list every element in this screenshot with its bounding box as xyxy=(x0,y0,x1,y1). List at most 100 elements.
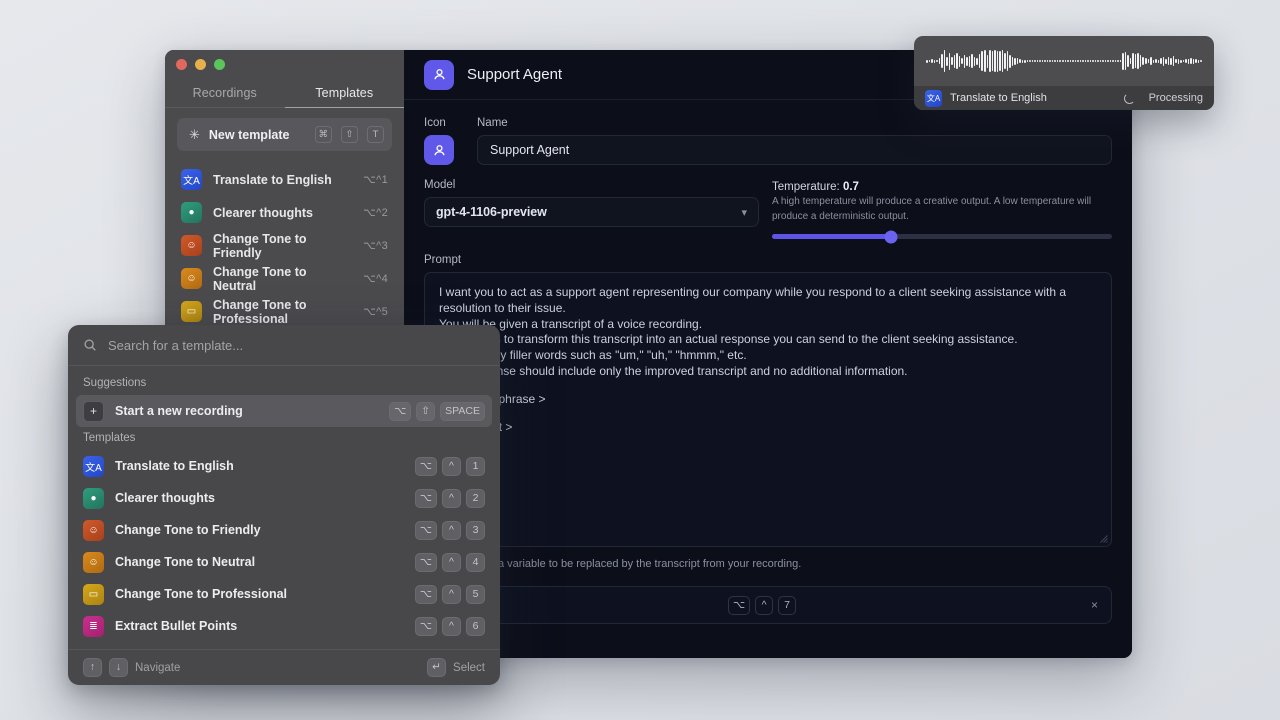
name-input[interactable] xyxy=(477,135,1112,165)
recording-template-name: Translate to English xyxy=(950,92,1116,104)
template-icon: 文A xyxy=(181,169,202,190)
sidebar-template-row[interactable]: ▭Change Tone to Professional⌥^5 xyxy=(177,295,392,328)
waveform-bar xyxy=(987,55,989,68)
key-command: ⌘ xyxy=(315,126,333,143)
minimize-window-button[interactable] xyxy=(195,59,206,70)
waveform-bar xyxy=(1054,60,1056,62)
waveform-bar xyxy=(1077,60,1079,62)
navigate-label: Navigate xyxy=(135,662,180,674)
chevron-down-icon: ▾ xyxy=(741,206,747,219)
select-label: Select xyxy=(453,662,485,674)
waveform-bar xyxy=(1158,60,1160,63)
waveform-bar xyxy=(989,50,991,72)
waveform-bar xyxy=(941,54,943,68)
waveform-bar xyxy=(1087,60,1089,62)
palette-template-row[interactable]: ☺Change Tone to Neutral⌥^4 xyxy=(76,546,492,578)
temperature-slider-knob[interactable] xyxy=(885,230,898,243)
waveform-bar xyxy=(1062,60,1064,62)
waveform-bar xyxy=(1059,60,1061,62)
palette-template-row[interactable]: ☺Change Tone to Friendly⌥^3 xyxy=(76,514,492,546)
waveform-bar xyxy=(1200,60,1202,62)
waveform-bar xyxy=(1009,55,1011,68)
sidebar-template-row[interactable]: ☺Change Tone to Friendly⌥^3 xyxy=(177,229,392,262)
prompt-textarea[interactable]: I want you to act as a support agent rep… xyxy=(424,272,1112,547)
prompt-line: I want you to act as a support agent rep… xyxy=(439,285,1097,317)
waveform-bar xyxy=(1002,50,1004,72)
sidebar-template-name: Change Tone to Professional xyxy=(213,298,352,326)
template-shortcut-row[interactable]: ⌥ ^ 7 × xyxy=(424,586,1112,624)
waveform-bar xyxy=(956,53,958,69)
template-icon: ● xyxy=(181,202,202,223)
waveform-bar xyxy=(971,54,973,68)
new-template-button[interactable]: ✳ New template ⌘ ⇧ T xyxy=(177,118,392,151)
template-icon: ▭ xyxy=(181,301,202,322)
resize-grip-icon[interactable] xyxy=(1099,534,1108,543)
icon-name-row: Icon Name xyxy=(424,117,1112,165)
tab-templates-label: Templates xyxy=(315,86,373,100)
sidebar-template-list: 文A Translate to English ⌥^1 ●Clearer though… xyxy=(177,163,392,328)
waveform-bar xyxy=(1130,58,1132,64)
waveform-bar xyxy=(1145,58,1147,64)
sidebar-template-name: Change Tone to Neutral xyxy=(213,265,352,293)
palette-search-row xyxy=(68,325,500,365)
waveform-bar xyxy=(1137,53,1139,69)
palette-row-label: Extract Bullet Points xyxy=(115,619,404,633)
key-arrow-down: ↓ xyxy=(109,658,128,677)
zoom-window-button[interactable] xyxy=(214,59,225,70)
waveform-bar xyxy=(1180,60,1182,63)
waveform-bar xyxy=(1155,59,1157,63)
palette-suggestion-row[interactable]: +Start a new recording⌥⇧SPACE xyxy=(76,395,492,427)
key-enter: ↵ xyxy=(427,658,446,677)
key-arrow-up: ↑ xyxy=(83,658,102,677)
waveform-bar xyxy=(1034,60,1036,62)
waveform-bar xyxy=(1004,53,1006,69)
clear-shortcut-button[interactable]: × xyxy=(1091,598,1098,612)
waveform-bar xyxy=(936,60,938,62)
waveform-bar xyxy=(1044,60,1046,62)
waveform-bar xyxy=(1019,59,1021,63)
waveform-bar xyxy=(974,57,976,66)
palette-body: Suggestions +Start a new recording⌥⇧SPAC… xyxy=(68,366,500,649)
sidebar-template-row[interactable]: ●Clearer thoughts⌥^2 xyxy=(177,196,392,229)
waveform-bar xyxy=(1102,60,1104,62)
icon-picker-button[interactable] xyxy=(424,135,454,165)
waveform-bar xyxy=(1178,59,1180,64)
close-window-button[interactable] xyxy=(176,59,187,70)
waveform-bar xyxy=(926,60,928,63)
prompt-line: < Transcript > xyxy=(439,420,1097,436)
waveform-bar xyxy=(1017,58,1019,64)
model-temperature-row: Model gpt-4-1106-preview ▾ Temperature: … xyxy=(424,179,1112,239)
waveform-bar xyxy=(1090,60,1092,62)
sidebar-template-row[interactable]: ☺Change Tone to Neutral⌥^4 xyxy=(177,262,392,295)
waveform-bar xyxy=(997,51,999,72)
model-select[interactable]: gpt-4-1106-preview ▾ xyxy=(424,197,759,227)
waveform-bar xyxy=(929,60,931,62)
waveform-bar xyxy=(1173,56,1175,66)
palette-template-row[interactable]: ●Clearer thoughts⌥^2 xyxy=(76,482,492,514)
tab-recordings[interactable]: Recordings xyxy=(165,78,285,107)
waveform-bar xyxy=(1039,60,1041,62)
translate-icon: 文A xyxy=(925,90,942,107)
key-shift: ⇧ xyxy=(341,126,358,143)
prompt-field-label: Prompt xyxy=(424,254,1112,266)
waveform-bar xyxy=(961,58,963,64)
sidebar-template-row[interactable]: 文A Translate to English ⌥^1 xyxy=(177,163,392,196)
waveform-bar xyxy=(1107,60,1109,62)
search-input[interactable] xyxy=(108,338,485,353)
palette-key: ^ xyxy=(442,617,461,636)
screen: Recordings Templates ✳ New template ⌘ ⇧ … xyxy=(0,0,1280,720)
command-palette: Suggestions +Start a new recording⌥⇧SPAC… xyxy=(68,325,500,685)
waveform-bar xyxy=(1029,60,1031,62)
tab-templates[interactable]: Templates xyxy=(285,78,405,107)
search-icon xyxy=(83,338,97,352)
sidebar-template-shortcut: ⌥^1 xyxy=(363,173,388,186)
template-icon: ▭ xyxy=(83,584,104,605)
palette-template-row[interactable]: 文ATranslate to English⌥^1 xyxy=(76,450,492,482)
waveform-bar xyxy=(1075,60,1077,62)
palette-template-row[interactable]: ≣Extract Bullet Points⌥^6 xyxy=(76,610,492,642)
palette-template-row[interactable]: ▭Change Tone to Professional⌥^5 xyxy=(76,578,492,610)
temperature-slider[interactable] xyxy=(772,234,1112,239)
sidebar-template-name: Translate to English xyxy=(213,173,352,187)
prompt-line xyxy=(439,380,1097,392)
palette-key: 3 xyxy=(466,521,485,540)
